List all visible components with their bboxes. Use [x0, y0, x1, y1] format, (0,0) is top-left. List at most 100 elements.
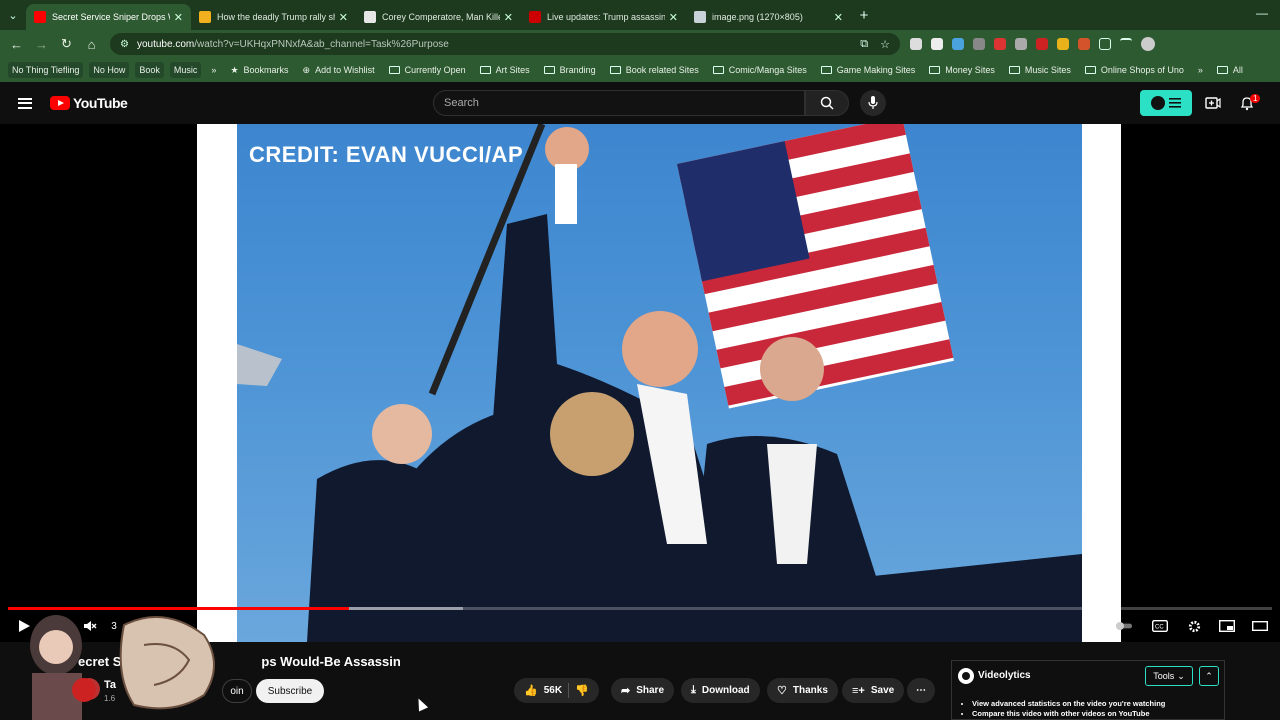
bookmark-item[interactable]: Branding — [540, 63, 600, 77]
captions-button[interactable]: CC — [1152, 618, 1168, 634]
window-controls: — — [1256, 6, 1268, 20]
bookmark-item[interactable]: Music — [169, 62, 202, 78]
bookmark-item[interactable]: Art Sites — [476, 63, 534, 77]
bookmark-item[interactable]: » — [207, 63, 220, 77]
bookmark-item[interactable]: No Thing Tiefling — [8, 62, 84, 78]
captions-icon: CC — [1152, 620, 1168, 632]
bookmark-item[interactable]: ⊕ Add to Wishlist — [299, 63, 379, 78]
theater-icon — [1252, 621, 1268, 631]
download-button[interactable]: ⤓ Download — [681, 678, 760, 703]
home-icon[interactable]: ⌂ — [79, 37, 104, 52]
reload-icon[interactable]: ↻ — [54, 36, 79, 52]
videolytics-collapse-button[interactable]: ⌃ — [1199, 666, 1219, 686]
profile-avatar[interactable] — [1141, 37, 1155, 51]
create-video-icon[interactable] — [1205, 95, 1221, 111]
folder-icon — [1084, 66, 1096, 74]
bookmark-label: Online Shops of Uno — [1100, 65, 1184, 75]
videolytics-toggle-button[interactable] — [1140, 90, 1192, 116]
bookmark-item[interactable]: Comic/Manga Sites — [709, 63, 811, 77]
autoplay-toggle[interactable] — [1116, 618, 1132, 634]
address-bar[interactable]: ⚙ youtube.com/watch?v=UKHqxPNNxfA&ab_cha… — [110, 33, 900, 55]
voice-search-button[interactable] — [860, 90, 886, 116]
share-arrow-icon: ➦ — [621, 685, 631, 697]
folder-icon — [543, 66, 555, 74]
bookmark-item[interactable]: Online Shops of Uno — [1081, 63, 1188, 77]
browser-tab[interactable]: Live updates: Trump assassinati ✕ — [521, 4, 686, 30]
browser-tab[interactable]: How the deadly Trump rally sho ✕ — [191, 4, 356, 30]
like-count[interactable]: 56K — [544, 685, 562, 696]
bookmark-item[interactable]: Music Sites — [1005, 63, 1075, 77]
subscribe-button[interactable]: Subscribe — [256, 679, 324, 703]
tab-title: How the deadly Trump rally sho — [217, 12, 335, 22]
bookmark-label: Book related Sites — [625, 65, 699, 75]
videolytics-logo-icon — [1151, 96, 1165, 110]
tab-close-icon[interactable]: ✕ — [834, 11, 843, 24]
bookmark-label: Game Making Sites — [836, 65, 916, 75]
search-input[interactable]: Search — [433, 90, 805, 116]
extension-icon[interactable] — [952, 38, 964, 50]
bookmark-star-icon[interactable]: ☆ — [880, 38, 890, 51]
bookmark-label: Art Sites — [495, 65, 530, 75]
youtube-logo[interactable]: YouTube — [50, 95, 128, 111]
thanks-heart-icon: ♡ — [777, 685, 787, 697]
search-button[interactable] — [805, 90, 849, 116]
tab-close-icon[interactable]: ✕ — [174, 11, 183, 24]
extension-icon[interactable] — [1036, 38, 1048, 50]
tab-favicon-icon — [34, 11, 46, 23]
folder-icon — [820, 66, 832, 74]
back-arrow-icon[interactable]: ← — [4, 37, 29, 52]
video-player[interactable]: CREDIT: EVAN VUCCI/AP 3 CC — [0, 124, 1280, 642]
miniplayer-button[interactable] — [1219, 618, 1235, 634]
install-app-icon[interactable]: ⧉ — [860, 38, 868, 51]
like-divider — [568, 683, 570, 698]
tab-search-chevron-icon[interactable]: ⌄ — [0, 0, 26, 30]
like-dislike-group: 👍 56K 👎 — [514, 678, 599, 703]
bookmark-label: Add to Wishlist — [315, 65, 375, 75]
more-actions-button[interactable]: ⋯ — [907, 678, 935, 703]
theater-mode-button[interactable] — [1252, 618, 1268, 634]
puzzle-extensions-icon[interactable] — [1099, 38, 1111, 50]
thumbs-up-icon[interactable]: 👍 — [524, 684, 538, 697]
extension-icon[interactable] — [973, 38, 985, 50]
tab-title: Secret Service Sniper Drops W — [52, 12, 170, 22]
share-button[interactable]: ➦ Share — [611, 678, 675, 703]
videolytics-bullet: Compare this video with other videos on … — [972, 709, 1165, 719]
thumbs-down-icon[interactable]: 👎 — [575, 684, 589, 697]
bookmark-item[interactable]: Book — [135, 62, 164, 78]
tab-close-icon[interactable]: ✕ — [339, 11, 348, 24]
extension-icon[interactable] — [1057, 38, 1069, 50]
save-button[interactable]: ≡+ Save — [842, 678, 905, 703]
extension-icon[interactable] — [910, 38, 922, 50]
bookmark-item[interactable]: Book related Sites — [606, 63, 703, 77]
browser-tab[interactable]: Corey Comperatore, Man Killed ✕ — [356, 4, 521, 30]
extension-icon[interactable] — [931, 38, 943, 50]
bookmark-item[interactable]: All — [1213, 63, 1247, 77]
media-controls-icon[interactable] — [1120, 38, 1132, 50]
bookmark-item[interactable]: » — [1194, 63, 1207, 77]
bookmark-item[interactable]: Game Making Sites — [817, 63, 920, 77]
extension-icon[interactable] — [1078, 38, 1090, 50]
extension-icon[interactable] — [994, 38, 1006, 50]
bookmark-item[interactable]: ★ Bookmarks — [226, 63, 292, 78]
videolytics-logo-icon — [958, 668, 974, 684]
thanks-button[interactable]: ♡ Thanks — [767, 678, 838, 703]
tab-close-icon[interactable]: ✕ — [669, 11, 678, 24]
site-info-icon[interactable]: ⚙ — [120, 39, 129, 50]
bookmark-item[interactable]: Money Sites — [925, 63, 999, 77]
videolytics-tools-button[interactable]: Tools ⌄ — [1145, 666, 1193, 686]
tab-close-icon[interactable]: ✕ — [504, 11, 513, 24]
minimize-icon[interactable]: — — [1256, 6, 1268, 20]
search-icon — [820, 96, 834, 110]
bookmark-item[interactable]: Currently Open — [385, 63, 470, 77]
folder-icon — [1216, 66, 1228, 74]
browser-tab[interactable]: image.png (1270×805) ✕ — [686, 4, 851, 30]
menu-icon[interactable] — [18, 97, 32, 109]
extension-icon[interactable] — [1015, 38, 1027, 50]
settings-button[interactable] — [1186, 618, 1202, 634]
new-tab-button[interactable]: + — [851, 7, 877, 24]
forward-arrow-icon[interactable]: → — [29, 37, 54, 52]
browser-tab[interactable]: Secret Service Sniper Drops W ✕ — [26, 4, 191, 30]
folder-icon — [479, 66, 491, 74]
bookmark-label: Music Sites — [1024, 65, 1071, 75]
bookmark-item[interactable]: No How — [89, 62, 130, 78]
